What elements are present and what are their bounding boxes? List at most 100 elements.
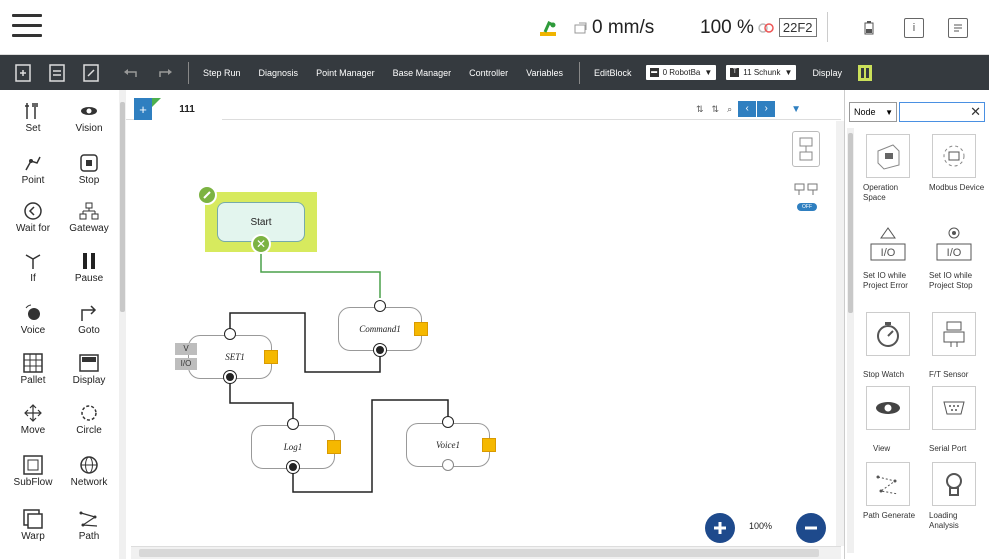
zoom-out-button[interactable] bbox=[796, 513, 826, 543]
point-manager-button[interactable]: Point Manager bbox=[316, 68, 375, 78]
command1-output-port[interactable] bbox=[374, 344, 386, 356]
voice1-input-port[interactable] bbox=[442, 416, 454, 428]
library-ft-sensor[interactable]: F/T Sensor bbox=[921, 312, 987, 380]
library-label: Modbus Device bbox=[929, 183, 985, 192]
sort-za-icon[interactable]: ⇅ bbox=[712, 104, 720, 115]
palette-label: Path bbox=[78, 531, 100, 542]
layout-icon[interactable] bbox=[792, 131, 820, 167]
palette-point[interactable]: Point bbox=[6, 152, 60, 192]
node-filter-dropdown[interactable]: Node ▼ bbox=[849, 102, 897, 122]
tab-list-dropdown[interactable]: ▼ bbox=[791, 104, 801, 115]
tab-prev-button[interactable]: ‹ bbox=[738, 101, 757, 117]
palette-label: Display bbox=[72, 375, 106, 386]
link-icon bbox=[758, 22, 774, 33]
vision-icon bbox=[79, 100, 99, 122]
display-button[interactable]: Display bbox=[812, 68, 842, 78]
new-project-icon[interactable] bbox=[12, 63, 34, 83]
library-serial-port[interactable]: Serial Port bbox=[921, 386, 987, 454]
circle-icon bbox=[79, 402, 99, 424]
tab-111[interactable]: 111 bbox=[152, 98, 222, 120]
panel-toggle-icon[interactable] bbox=[854, 63, 876, 83]
zoom-in-button[interactable] bbox=[705, 513, 735, 543]
connector-layer bbox=[229, 244, 449, 493]
command1-input-port[interactable] bbox=[374, 300, 386, 312]
palette-pause[interactable]: Pause bbox=[62, 250, 116, 290]
palette-warp[interactable]: Warp bbox=[6, 508, 60, 548]
palette-stop[interactable]: Stop bbox=[62, 152, 116, 192]
controller-button[interactable]: Controller bbox=[469, 68, 508, 78]
library-io-stop[interactable]: I/O Set IO while Project Stop bbox=[921, 222, 987, 291]
palette-voice[interactable]: Voice bbox=[6, 302, 60, 342]
palette-circle[interactable]: Circle bbox=[62, 402, 116, 442]
tab-next-button[interactable]: › bbox=[757, 101, 776, 117]
clear-search-icon[interactable]: ✕ bbox=[970, 104, 981, 120]
library-label: Set IO while Project Error bbox=[863, 271, 908, 290]
palette-goto[interactable]: Goto bbox=[62, 302, 116, 342]
library-io-error[interactable]: I/O Set IO while Project Error bbox=[855, 222, 921, 291]
warp-icon bbox=[23, 508, 43, 530]
open-project-icon[interactable] bbox=[46, 63, 68, 83]
palette-scrollbar[interactable] bbox=[119, 90, 126, 559]
flow-canvas[interactable]: Start ✕ Command1 SET1 V I/O Log1 Voice1 … bbox=[131, 121, 836, 546]
tool-dropdown[interactable]: T 11 Schunk ▼ bbox=[726, 65, 797, 80]
library-loading-analysis[interactable]: Loading Analysis bbox=[921, 462, 987, 531]
view-icon bbox=[866, 386, 910, 430]
base-manager-button[interactable]: Base Manager bbox=[393, 68, 452, 78]
project-code-badge[interactable]: 22F2 bbox=[778, 18, 817, 37]
add-tab-button[interactable]: + bbox=[134, 98, 152, 120]
log1-input-port[interactable] bbox=[287, 418, 299, 430]
sort-az-icon[interactable]: ⇅ bbox=[696, 104, 704, 115]
connect-mode-toggle[interactable]: OFF bbox=[797, 203, 817, 211]
log-icon[interactable] bbox=[948, 18, 968, 38]
info-icon[interactable]: i bbox=[904, 18, 924, 38]
loading-analysis-icon bbox=[932, 462, 976, 506]
set1-tag-io: I/O bbox=[175, 358, 197, 370]
connect-mode-icon[interactable] bbox=[794, 183, 818, 202]
search-node-icon[interactable]: ⌕ bbox=[727, 104, 732, 115]
library-label: F/T Sensor bbox=[929, 370, 969, 379]
scroll-thumb[interactable] bbox=[139, 549, 819, 557]
palette-wait-for[interactable]: Wait for bbox=[6, 200, 60, 240]
palette-display[interactable]: Display bbox=[62, 352, 116, 392]
edit-node-icon[interactable] bbox=[197, 185, 217, 205]
edit-block-button[interactable]: EditBlock bbox=[594, 68, 632, 78]
delete-node-icon[interactable]: ✕ bbox=[251, 234, 271, 254]
canvas-vertical-scrollbar[interactable] bbox=[836, 121, 844, 546]
palette-path[interactable]: Path bbox=[62, 508, 116, 548]
voice1-output-port[interactable] bbox=[442, 459, 454, 471]
step-run-button[interactable]: Step Run bbox=[203, 68, 241, 78]
library-view[interactable]: View bbox=[855, 386, 921, 454]
battery-icon[interactable] bbox=[859, 18, 879, 38]
undo-icon[interactable] bbox=[120, 63, 142, 83]
palette-vision[interactable]: Vision bbox=[62, 100, 116, 140]
diagnosis-button[interactable]: Diagnosis bbox=[259, 68, 299, 78]
palette-subflow[interactable]: SubFlow bbox=[6, 454, 60, 494]
library-modbus-device[interactable]: Modbus Device bbox=[921, 134, 987, 193]
variables-button[interactable]: Variables bbox=[526, 68, 563, 78]
path-generate-icon bbox=[866, 462, 910, 506]
library-stop-watch[interactable]: Stop Watch bbox=[855, 312, 921, 380]
canvas-horizontal-scrollbar[interactable] bbox=[131, 546, 841, 559]
palette-if[interactable]: If bbox=[6, 250, 60, 290]
palette-gateway[interactable]: Gateway bbox=[62, 200, 116, 240]
redo-icon[interactable] bbox=[154, 63, 176, 83]
modbus-device-icon bbox=[932, 134, 976, 178]
robot-base-dropdown[interactable]: ▬ 0 RobotBa ▼ bbox=[645, 65, 717, 80]
network-icon bbox=[79, 454, 99, 476]
robot-status-icon[interactable] bbox=[537, 0, 559, 55]
set1-output-port[interactable] bbox=[224, 371, 236, 383]
set1-input-port[interactable] bbox=[224, 328, 236, 340]
node-search-input[interactable]: ✕ bbox=[899, 102, 985, 122]
panel-scrollbar[interactable] bbox=[847, 128, 854, 553]
save-project-icon[interactable] bbox=[80, 63, 102, 83]
library-path-generate[interactable]: Path Generate bbox=[855, 462, 921, 521]
palette-set[interactable]: Set bbox=[6, 100, 60, 140]
svg-text:I/O: I/O bbox=[881, 247, 896, 259]
library-operation-space[interactable]: Operation Space bbox=[855, 134, 921, 203]
log1-output-port[interactable] bbox=[287, 461, 299, 473]
palette-move[interactable]: Move bbox=[6, 402, 60, 442]
menu-icon[interactable] bbox=[12, 14, 42, 40]
palette-network[interactable]: Network bbox=[62, 454, 116, 494]
palette-pallet[interactable]: Pallet bbox=[6, 352, 60, 392]
gateway-icon bbox=[79, 200, 99, 222]
